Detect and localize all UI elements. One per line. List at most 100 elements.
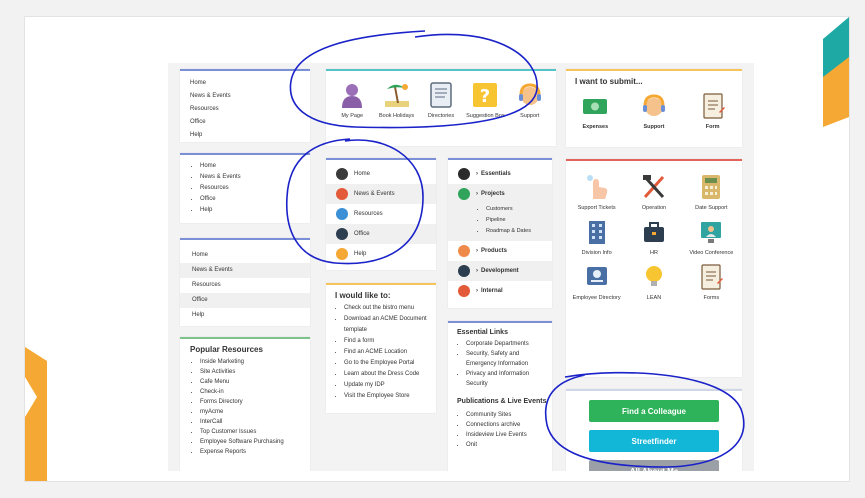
app-lean[interactable]: LEAN: [625, 263, 682, 302]
app-label: Forms: [703, 295, 720, 301]
quick-link-my-page[interactable]: My Page: [330, 81, 374, 120]
briefcase-icon: [641, 218, 667, 246]
menu-card-1: Home News & Events Resources Office Help: [180, 69, 310, 142]
list-item[interactable]: Check-in: [200, 387, 306, 397]
list-item[interactable]: Cafe Menu: [200, 377, 306, 387]
app-operation[interactable]: Operation: [625, 173, 682, 212]
nav-item-resources[interactable]: Resources: [326, 204, 436, 224]
list-item[interactable]: Insideview Live Events: [466, 430, 548, 440]
app-date-support[interactable]: Date Support: [683, 173, 740, 212]
quick-link-label: Suggestion Box: [466, 113, 505, 119]
menu-item[interactable]: News & Events: [200, 172, 306, 183]
list-item[interactable]: Check out the bistro menu: [344, 303, 432, 314]
list-item[interactable]: Update my IDP: [344, 380, 432, 391]
quick-link-suggestion-box[interactable]: ? Suggestion Box: [463, 81, 507, 120]
app-label: Operation: [641, 205, 667, 211]
app-division-info[interactable]: Division Info: [568, 218, 625, 257]
nav-item-label: Office: [354, 231, 370, 237]
list-item[interactable]: Inside Marketing: [200, 357, 306, 367]
tree-item-development[interactable]: › Development: [448, 261, 552, 281]
menu-item[interactable]: Home: [180, 248, 310, 263]
list-item[interactable]: Connections archive: [466, 420, 548, 430]
nav-item-home[interactable]: Home: [326, 164, 436, 184]
nav-item-label: Resources: [354, 211, 383, 217]
nav-item-help[interactable]: Help: [326, 244, 436, 264]
find-colleague-button[interactable]: Find a Colleague: [589, 400, 719, 422]
app-label: Video Conference: [689, 250, 734, 256]
list-item[interactable]: Learn about the Dress Code: [344, 369, 432, 380]
list-item[interactable]: Find a form: [344, 336, 432, 347]
form-icon: [698, 263, 724, 291]
menu-item[interactable]: Office: [180, 293, 310, 308]
submit-form[interactable]: Form: [691, 92, 735, 131]
menu-list-2: Home News & Events Resources Office Help: [180, 155, 310, 216]
list-item[interactable]: Site Activities: [200, 367, 306, 377]
menu-item[interactable]: Resources: [180, 278, 310, 293]
quick-link-directories[interactable]: Directories: [419, 81, 463, 120]
app-video-conference[interactable]: Video Conference: [683, 218, 740, 257]
list-item[interactable]: Download an ACME Document template: [344, 314, 432, 336]
quick-link-book-holidays[interactable]: Book Holidays: [375, 81, 419, 120]
menu-card-3: Home News & Events Resources Office Help: [180, 238, 310, 326]
tree-item-internal[interactable]: › Internal: [448, 281, 552, 301]
list-item[interactable]: Forms Directory: [200, 397, 306, 407]
menu-item[interactable]: Help: [200, 205, 306, 216]
list-item[interactable]: Go to the Employee Portal: [344, 358, 432, 369]
menu-item[interactable]: Office: [190, 116, 310, 129]
menu-item[interactable]: Help: [180, 308, 310, 323]
resources-icon: [336, 208, 348, 220]
streetfinder-button[interactable]: Streetfinder: [589, 430, 719, 452]
screenshot-frame: Home News & Events Resources Office Help…: [24, 16, 850, 482]
app-label: HR: [650, 250, 658, 256]
list-item[interactable]: InterCall: [200, 417, 306, 427]
hand-icon: [584, 173, 610, 201]
app-support-tickets[interactable]: Support Tickets: [568, 173, 625, 212]
app-forms[interactable]: Forms: [683, 263, 740, 302]
tree-subitem[interactable]: Pipeline: [486, 215, 552, 226]
nav-menu-card: Home News & Events Resources Office Help: [326, 158, 436, 270]
tree-item-products[interactable]: › Products: [448, 241, 552, 261]
list-item[interactable]: Employee Software Purchasing: [200, 437, 306, 447]
quick-link-support[interactable]: Support: [508, 81, 552, 120]
menu-item[interactable]: Help: [190, 129, 310, 142]
nav-item-label: Home: [354, 171, 371, 177]
menu-item[interactable]: News & Events: [180, 263, 310, 278]
list-item[interactable]: myAcme: [200, 407, 306, 417]
list-item[interactable]: Security, Safety and Emergency Informati…: [466, 349, 548, 369]
app-label: Division Info: [581, 250, 612, 256]
buttons-card: Find a Colleague Streetfinder All About …: [566, 389, 742, 471]
list-item[interactable]: Visit the Employee Store: [344, 391, 432, 402]
menu-item[interactable]: News & Events: [190, 90, 310, 103]
submit-expenses[interactable]: Expenses: [573, 92, 617, 131]
list-item[interactable]: Find an ACME Location: [344, 347, 432, 358]
app-employee-directory[interactable]: Employee Directory: [568, 263, 625, 302]
submit-support[interactable]: Support: [632, 92, 676, 131]
menu-item[interactable]: Home: [200, 161, 306, 172]
submit-card: I want to submit... Expenses Support For…: [566, 69, 742, 147]
list-item[interactable]: Corporate Departments: [466, 339, 548, 349]
nav-item-office[interactable]: Office: [326, 224, 436, 244]
tree-subitem[interactable]: Roadmap & Dates: [486, 226, 552, 237]
building-icon: [584, 218, 610, 246]
corner-decoration-bottom-left: [25, 347, 47, 481]
menu-item[interactable]: Resources: [200, 183, 306, 194]
list-item[interactable]: Onit: [466, 440, 548, 450]
essential-links-list: Corporate Departments Security, Safety a…: [448, 336, 552, 389]
home-icon: [336, 168, 348, 180]
menu-item[interactable]: Resources: [190, 103, 310, 116]
list-item[interactable]: Expense Reports: [200, 447, 306, 457]
all-about-me-button[interactable]: All About Me: [589, 460, 719, 471]
tree-item-essentials[interactable]: › Essentials: [448, 164, 552, 184]
list-item[interactable]: Privacy and Information Security: [466, 369, 548, 389]
nav-item-news-events[interactable]: News & Events: [326, 184, 436, 204]
list-item[interactable]: Community Sites: [466, 410, 548, 420]
person-icon: [338, 81, 366, 109]
list-item[interactable]: Top Customer Issues: [200, 427, 306, 437]
tree-subitem[interactable]: Customers: [486, 204, 552, 215]
menu-item[interactable]: Home: [190, 77, 310, 90]
tree-item-label: Internal: [481, 288, 503, 294]
app-hr[interactable]: HR: [625, 218, 682, 257]
projects-icon: [458, 188, 470, 200]
tree-item-projects[interactable]: › Projects: [448, 184, 552, 204]
menu-item[interactable]: Office: [200, 194, 306, 205]
